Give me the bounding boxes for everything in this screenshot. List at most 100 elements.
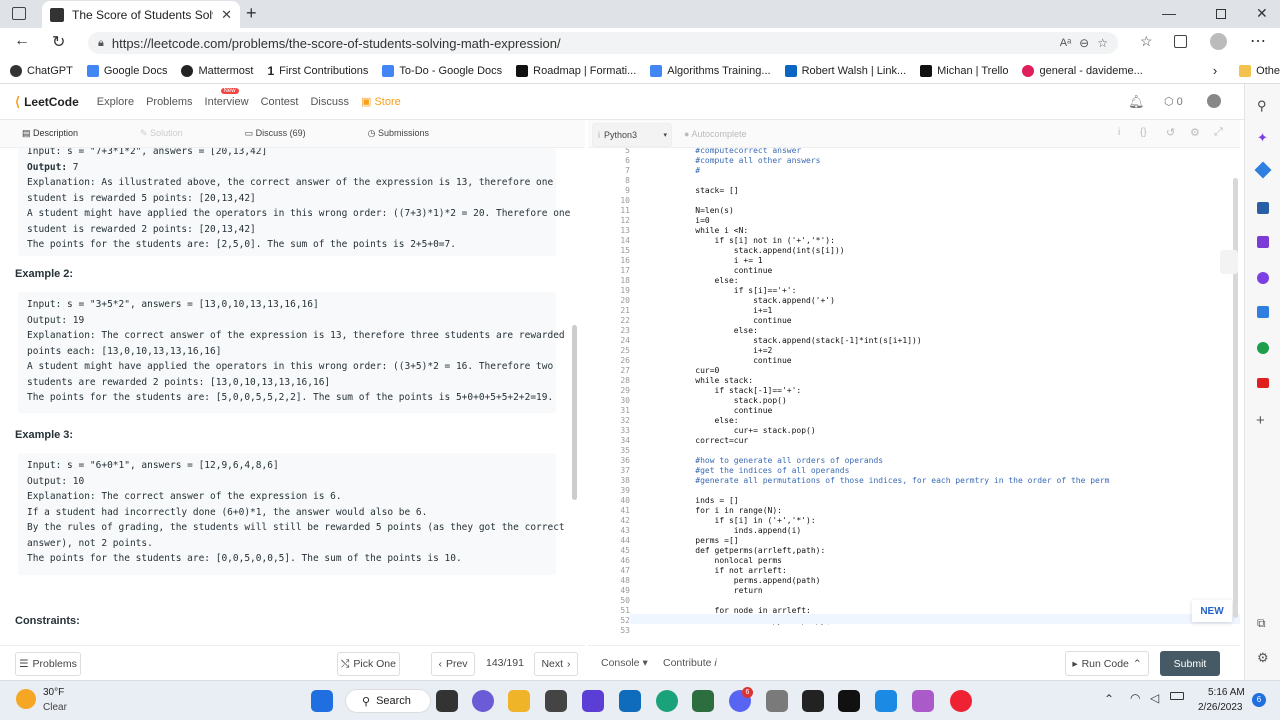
terminal-icon[interactable] — [838, 690, 860, 712]
next-button[interactable]: Next › — [534, 652, 578, 676]
notepad-icon[interactable] — [766, 690, 788, 712]
fullscreen-icon[interactable]: ⤢ — [1214, 126, 1223, 139]
maximize-icon[interactable] — [1216, 9, 1226, 19]
vscode-icon[interactable] — [875, 690, 897, 712]
clock-date[interactable]: 2/26/2023 — [1198, 702, 1243, 713]
refresh-icon[interactable]: ↻ — [52, 32, 65, 52]
tab-actions-icon[interactable] — [12, 7, 26, 20]
office-icon[interactable] — [1257, 272, 1269, 284]
copilot-icon[interactable]: ✦ — [1257, 130, 1268, 146]
taskbar-search[interactable]: ⚲ Search — [345, 689, 431, 713]
problems-button[interactable]: ☰ Problems — [15, 652, 81, 676]
chrome-icon[interactable] — [950, 690, 972, 712]
nav-discuss[interactable]: Discuss — [310, 96, 349, 108]
tray-overflow-icon[interactable]: ⌃ — [1104, 692, 1114, 706]
bookmark-mattermost[interactable]: Mattermost — [181, 64, 253, 77]
sidebar-settings-icon[interactable]: ⚙ — [1257, 650, 1269, 666]
pick-one-button[interactable]: ⤭ Pick One — [337, 652, 400, 676]
tab-discuss[interactable]: ▭ Discuss (69) — [245, 128, 306, 139]
new-tab-icon[interactable]: + — [246, 3, 257, 24]
tools-icon[interactable] — [1257, 202, 1269, 214]
add-sidebar-app-icon[interactable]: + — [1256, 412, 1265, 429]
run-code-button[interactable]: ▸ Run Code ⌃ — [1065, 651, 1149, 676]
contribute-link[interactable]: Contribute i — [663, 657, 717, 669]
sidebar-expand-icon[interactable]: ⧉ — [1257, 616, 1266, 631]
language-select[interactable]: i Python3 ▾ — [592, 123, 672, 147]
zoom-icon[interactable]: ⊖ — [1079, 36, 1089, 50]
powertoys-icon[interactable] — [582, 690, 604, 712]
shopping-icon[interactable] — [1254, 161, 1272, 179]
games-icon[interactable] — [1257, 236, 1269, 248]
console-toggle[interactable]: Console ▾ — [601, 657, 648, 669]
more-bookmarks-chevron-icon[interactable]: › — [1213, 63, 1217, 78]
tab-solution[interactable]: ✎ Solution — [140, 128, 183, 139]
search-icon[interactable]: ⚲ — [1257, 98, 1267, 114]
windows-start-icon[interactable] — [311, 690, 333, 712]
bookmark-roadmap[interactable]: Roadmap | Formati... — [516, 64, 636, 77]
add-favorite-icon[interactable]: ☆ — [1097, 36, 1108, 50]
weather-moon-icon[interactable] — [16, 689, 36, 709]
task-view-icon[interactable] — [436, 690, 458, 712]
terminal-app-icon[interactable] — [692, 690, 714, 712]
example-2-line: Output: 19 — [27, 314, 85, 326]
coins[interactable]: ⬡ 0 — [1164, 95, 1183, 108]
nav-problems[interactable]: Problems — [146, 96, 192, 108]
favorites-icon[interactable]: ☆ — [1140, 33, 1153, 50]
bookmark-chatgpt[interactable]: ChatGPT — [10, 64, 73, 77]
nav-explore[interactable]: Explore — [97, 96, 134, 108]
browser-tab[interactable]: The Score of Students Solving M ✕ — [42, 1, 240, 28]
description-scrollbar[interactable] — [572, 325, 577, 500]
submit-button[interactable]: Submit — [1160, 651, 1220, 676]
teams-icon[interactable] — [472, 690, 494, 712]
tab-description[interactable]: ▤ Description — [22, 128, 78, 139]
edge-browser-icon[interactable] — [656, 690, 678, 712]
info-icon[interactable]: i — [1118, 127, 1120, 138]
notification-bell-icon[interactable]: 🔔︎ — [1128, 94, 1145, 110]
outlook-icon[interactable] — [1257, 306, 1269, 318]
bookmark-first-contributions[interactable]: 1 First Contributions — [267, 64, 368, 78]
nav-store[interactable]: ▣ Store — [361, 95, 401, 108]
volume-icon[interactable]: ◁ — [1150, 691, 1159, 705]
store-app-icon[interactable] — [545, 690, 567, 712]
close-window-icon[interactable]: ✕ — [1256, 5, 1268, 22]
settings-icon[interactable]: ⚙ — [1190, 126, 1200, 139]
clock-time[interactable]: 5:16 AM — [1208, 687, 1245, 698]
bookmark-linkedin[interactable]: Robert Walsh | Link... — [784, 64, 906, 77]
bookmark-google-docs[interactable]: Google Docs — [86, 64, 167, 77]
bookmark-slack[interactable]: general - davideme... — [1022, 64, 1143, 77]
profile-avatar[interactable] — [1210, 33, 1227, 50]
url-bar[interactable]: 🔒︎ https://leetcode.com/problems/the-sco… — [88, 32, 1118, 54]
collections-icon[interactable] — [1174, 35, 1187, 48]
back-icon[interactable]: ← — [14, 32, 30, 50]
code-editor[interactable]: 5 6 7 8 9 10 11 12 13 14 15 16 17 18 19 20 21 22 23 24 25 26 2… — [588, 148, 1240, 645]
braces-icon[interactable]: {} — [1140, 127, 1147, 138]
prev-button[interactable]: ‹ Prev — [431, 652, 475, 676]
editor-scrollbar[interactable] — [1233, 178, 1238, 618]
wifi-icon[interactable]: ◠ — [1130, 691, 1140, 705]
cmd-icon[interactable] — [802, 690, 824, 712]
read-aloud-icon[interactable]: Aᵃ — [1060, 37, 1071, 49]
autocomplete-toggle[interactable]: ● Autocomplete — [684, 129, 747, 139]
notification-center-badge[interactable]: 6 — [1252, 693, 1266, 707]
close-tab-icon[interactable]: ✕ — [221, 7, 232, 23]
user-avatar[interactable] — [1207, 94, 1221, 108]
drop-icon[interactable] — [1257, 342, 1269, 354]
leetcode-logo[interactable]: ⟨ LeetCode — [15, 94, 79, 110]
reset-icon[interactable]: ↺ — [1166, 126, 1175, 139]
tab-submissions[interactable]: ◷ Submissions — [368, 128, 429, 139]
bookmark-trello[interactable]: Michan | Trello — [920, 64, 1008, 77]
other-favorites[interactable]: Other favorites — [1239, 64, 1280, 77]
battery-icon[interactable] — [1170, 692, 1184, 700]
nav-interview[interactable]: Interview New — [205, 87, 249, 108]
new-feature-badge[interactable]: NEW — [1192, 600, 1232, 622]
nav-contest[interactable]: Contest — [261, 96, 299, 108]
bookmark-algorithms[interactable]: Algorithms Training... — [650, 64, 771, 77]
browser-menu-icon[interactable]: ⋯ — [1250, 31, 1266, 51]
minimize-icon[interactable]: — — [1162, 5, 1176, 21]
youtube-icon[interactable] — [1257, 378, 1269, 388]
file-explorer-icon[interactable] — [508, 690, 530, 712]
editor-side-handle[interactable] — [1220, 250, 1238, 274]
outlook-app-icon[interactable] — [619, 690, 641, 712]
bookmark-todo[interactable]: To-Do - Google Docs — [382, 64, 502, 77]
paint-icon[interactable] — [912, 690, 934, 712]
